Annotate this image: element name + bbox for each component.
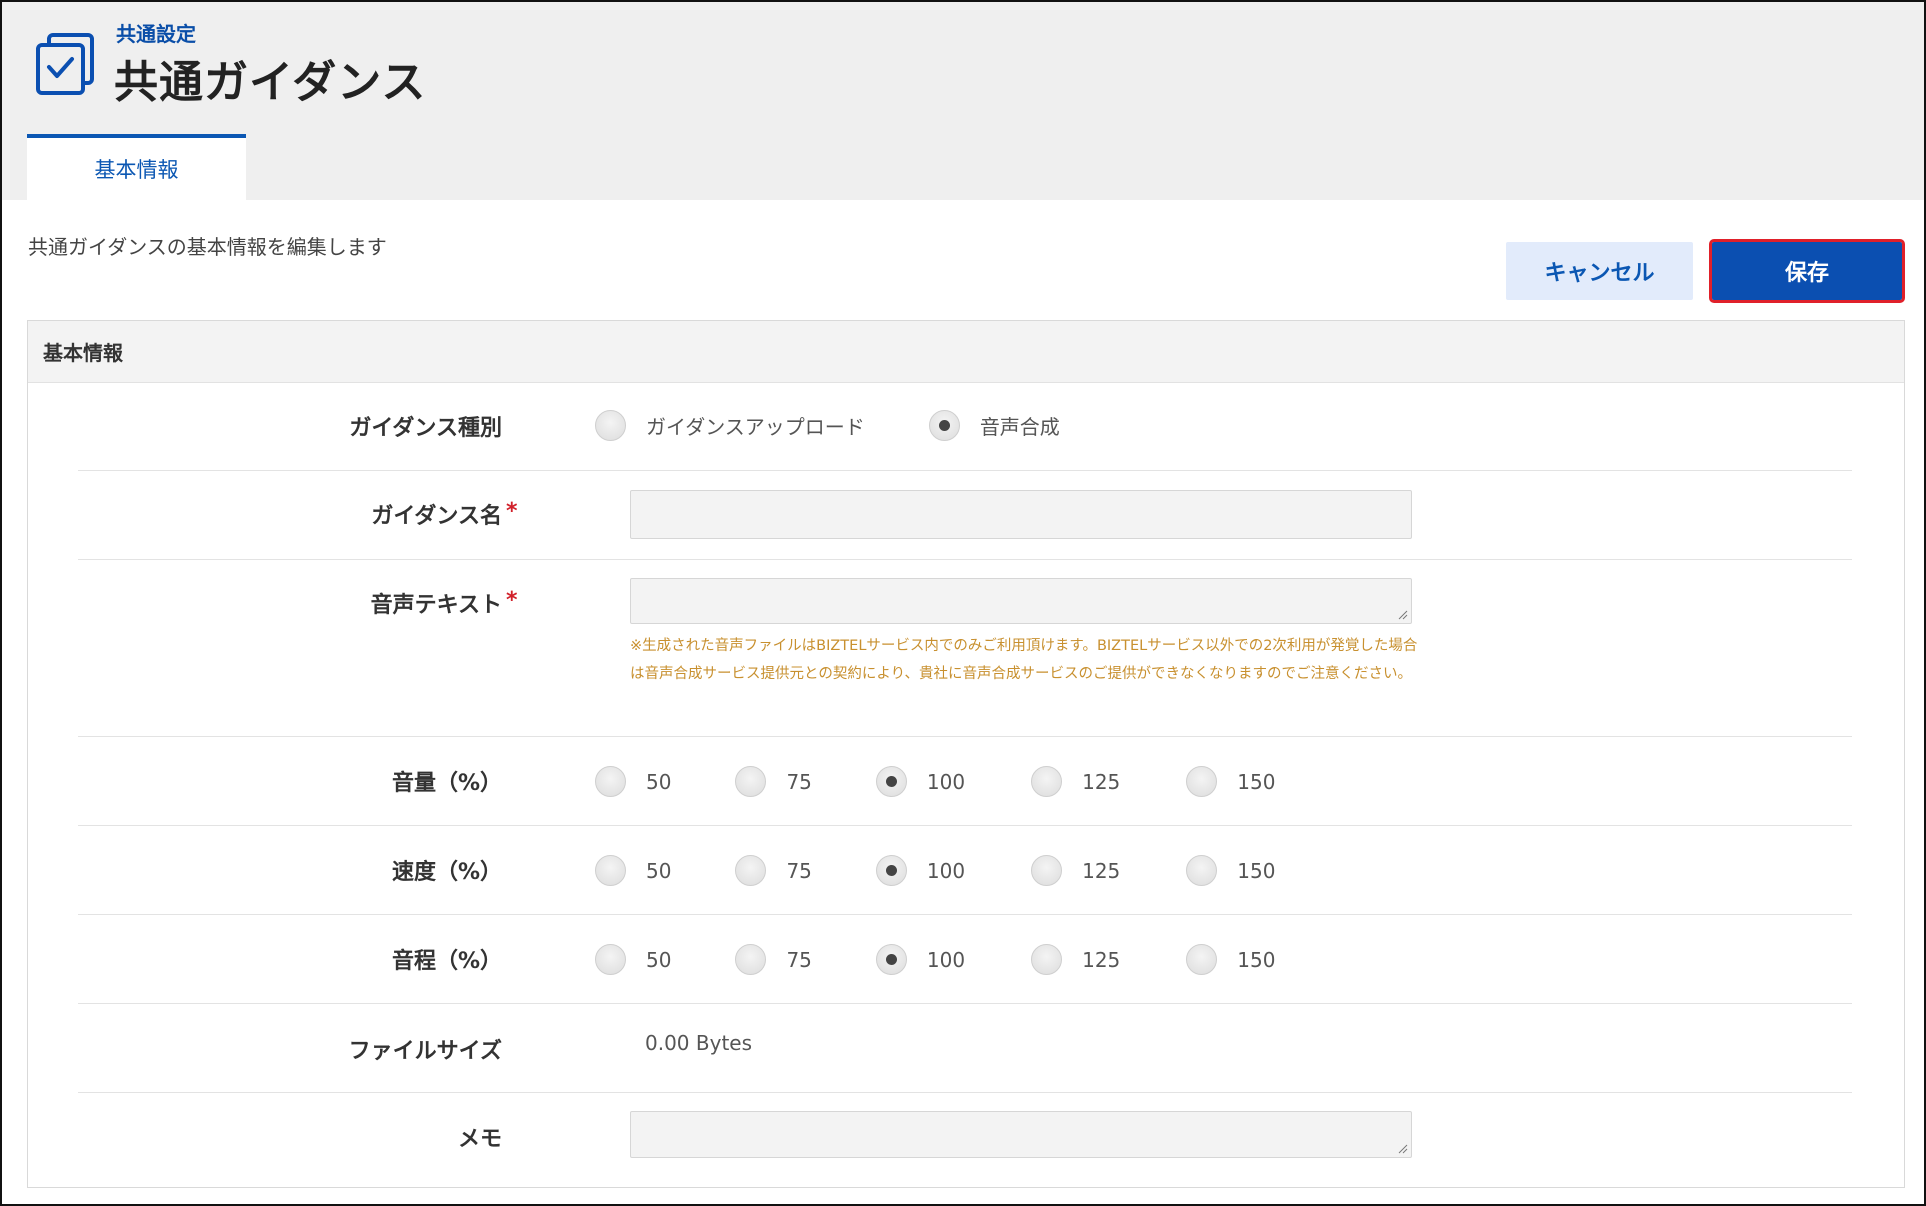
volume-radio-100[interactable]: 100 [875, 766, 966, 797]
radio-label: 100 [926, 769, 966, 794]
radio-unchecked-icon [595, 944, 626, 975]
voice-text-label: 音声テキスト [370, 593, 502, 618]
volume-label: 音量（%） [391, 771, 502, 796]
file-size-label: ファイルサイズ [348, 1039, 502, 1064]
guidance-type-label: ガイダンス種別 [349, 416, 502, 441]
cancel-button[interactable]: キャンセル [1506, 242, 1693, 300]
volume-radio-150[interactable]: 150 [1186, 766, 1275, 797]
radio-unchecked-icon [595, 410, 626, 441]
radio-label: 50 [646, 947, 672, 972]
radio-unchecked-icon [595, 855, 626, 886]
guidance-type-upload-radio[interactable]: ガイダンスアップロード [595, 410, 865, 441]
radio-label: ガイダンスアップロード [646, 415, 865, 439]
guidance-name-row: ガイダンス名 * [78, 471, 1852, 560]
file-size-value: 0.00 Bytes [645, 1031, 753, 1055]
pitch-label: 音程（%） [391, 949, 502, 974]
page-title: 共通ガイダンス [114, 57, 427, 108]
guidance-type-row: ガイダンス種別 ガイダンスアップロード 音声合成 [78, 383, 1852, 471]
radio-unchecked-icon [735, 766, 767, 797]
radio-label: 150 [1237, 769, 1276, 794]
radio-unchecked-icon [1031, 944, 1063, 975]
page-description: 共通ガイダンスの基本情報を編集します [28, 235, 387, 259]
pitch-row: 音程（%） 50 75 100 125 150 [78, 915, 1852, 1004]
speed-radio-125[interactable]: 125 [1031, 855, 1120, 886]
panel-title: 基本情報 [28, 321, 1904, 383]
radio-checked-icon [875, 766, 907, 797]
radio-label: 150 [1237, 858, 1276, 883]
speed-row: 速度（%） 50 75 100 125 150 [78, 826, 1852, 915]
file-size-row: ファイルサイズ 0.00 Bytes [78, 1004, 1852, 1093]
speed-radio-group: 50 75 100 125 150 [595, 855, 1275, 886]
save-button[interactable]: 保存 [1709, 239, 1905, 303]
memo-row: メモ [78, 1093, 1852, 1183]
volume-radio-125[interactable]: 125 [1031, 766, 1120, 797]
radio-checked-icon [928, 410, 960, 441]
tab-basic-info[interactable]: 基本情報 [27, 134, 246, 200]
volume-radio-75[interactable]: 75 [735, 766, 812, 797]
radio-checked-icon [875, 944, 907, 975]
radio-label: 100 [926, 858, 966, 883]
guidance-name-input[interactable] [630, 490, 1412, 539]
app-window: 共通設定 共通ガイダンス 基本情報 共通ガイダンスの基本情報を編集します キャン… [0, 0, 1926, 1206]
memo-textarea[interactable] [630, 1111, 1412, 1158]
page-header: 共通設定 共通ガイダンス 基本情報 [2, 2, 1924, 200]
breadcrumb[interactable]: 共通設定 [116, 18, 196, 47]
radio-label: 100 [926, 947, 966, 972]
radio-label: 50 [646, 858, 672, 883]
radio-label: 125 [1082, 947, 1121, 972]
guidance-type-radio-group: ガイダンスアップロード 音声合成 [595, 410, 1060, 441]
pitch-radio-150[interactable]: 150 [1186, 944, 1275, 975]
guidance-name-label: ガイダンス名 [371, 504, 502, 529]
resize-handle-icon[interactable] [1398, 1144, 1408, 1154]
volume-radio-50[interactable]: 50 [595, 766, 671, 797]
radio-label: 125 [1082, 769, 1121, 794]
radio-checked-icon [875, 855, 907, 886]
radio-unchecked-icon [1031, 766, 1063, 797]
radio-unchecked-icon [1186, 944, 1218, 975]
speed-radio-75[interactable]: 75 [735, 855, 812, 886]
radio-label: 音声合成 [979, 415, 1060, 439]
pitch-radio-50[interactable]: 50 [595, 944, 671, 975]
radio-label: 75 [786, 769, 812, 794]
radio-label: 75 [786, 858, 812, 883]
pitch-radio-125[interactable]: 125 [1031, 944, 1120, 975]
radio-label: 50 [646, 769, 672, 794]
basic-info-panel: 基本情報 ガイダンス種別 ガイダンスアップロード 音声合成 ガイダンス名 * 音… [27, 320, 1905, 1188]
pitch-radio-group: 50 75 100 125 150 [595, 944, 1275, 975]
radio-unchecked-icon [735, 855, 767, 886]
radio-unchecked-icon [735, 944, 767, 975]
pitch-radio-75[interactable]: 75 [735, 944, 812, 975]
voice-text-textarea[interactable] [630, 578, 1412, 624]
radio-unchecked-icon [595, 766, 626, 797]
voice-text-row: 音声テキスト * ※生成された音声ファイルはBIZTELサービス内でのみご利用頂… [78, 560, 1852, 737]
volume-row: 音量（%） 50 75 100 125 150 [78, 737, 1852, 826]
checkbox-document-icon [36, 33, 94, 95]
speed-radio-150[interactable]: 150 [1186, 855, 1275, 886]
radio-label: 150 [1237, 947, 1276, 972]
radio-label: 125 [1082, 858, 1121, 883]
pitch-radio-100[interactable]: 100 [875, 944, 966, 975]
radio-unchecked-icon [1186, 766, 1218, 797]
memo-label: メモ [457, 1127, 502, 1152]
speed-radio-100[interactable]: 100 [875, 855, 966, 886]
speed-label: 速度（%） [391, 860, 502, 885]
required-mark: * [506, 499, 518, 524]
radio-unchecked-icon [1031, 855, 1063, 886]
resize-handle-icon[interactable] [1398, 610, 1408, 620]
volume-radio-group: 50 75 100 125 150 [595, 766, 1275, 797]
voice-text-note: ※生成された音声ファイルはBIZTELサービス内でのみご利用頂けます。BIZTE… [630, 638, 1418, 682]
radio-label: 75 [786, 947, 812, 972]
guidance-type-tts-radio[interactable]: 音声合成 [928, 410, 1060, 441]
speed-radio-50[interactable]: 50 [595, 855, 671, 886]
radio-unchecked-icon [1186, 855, 1218, 886]
required-mark: * [506, 588, 518, 613]
